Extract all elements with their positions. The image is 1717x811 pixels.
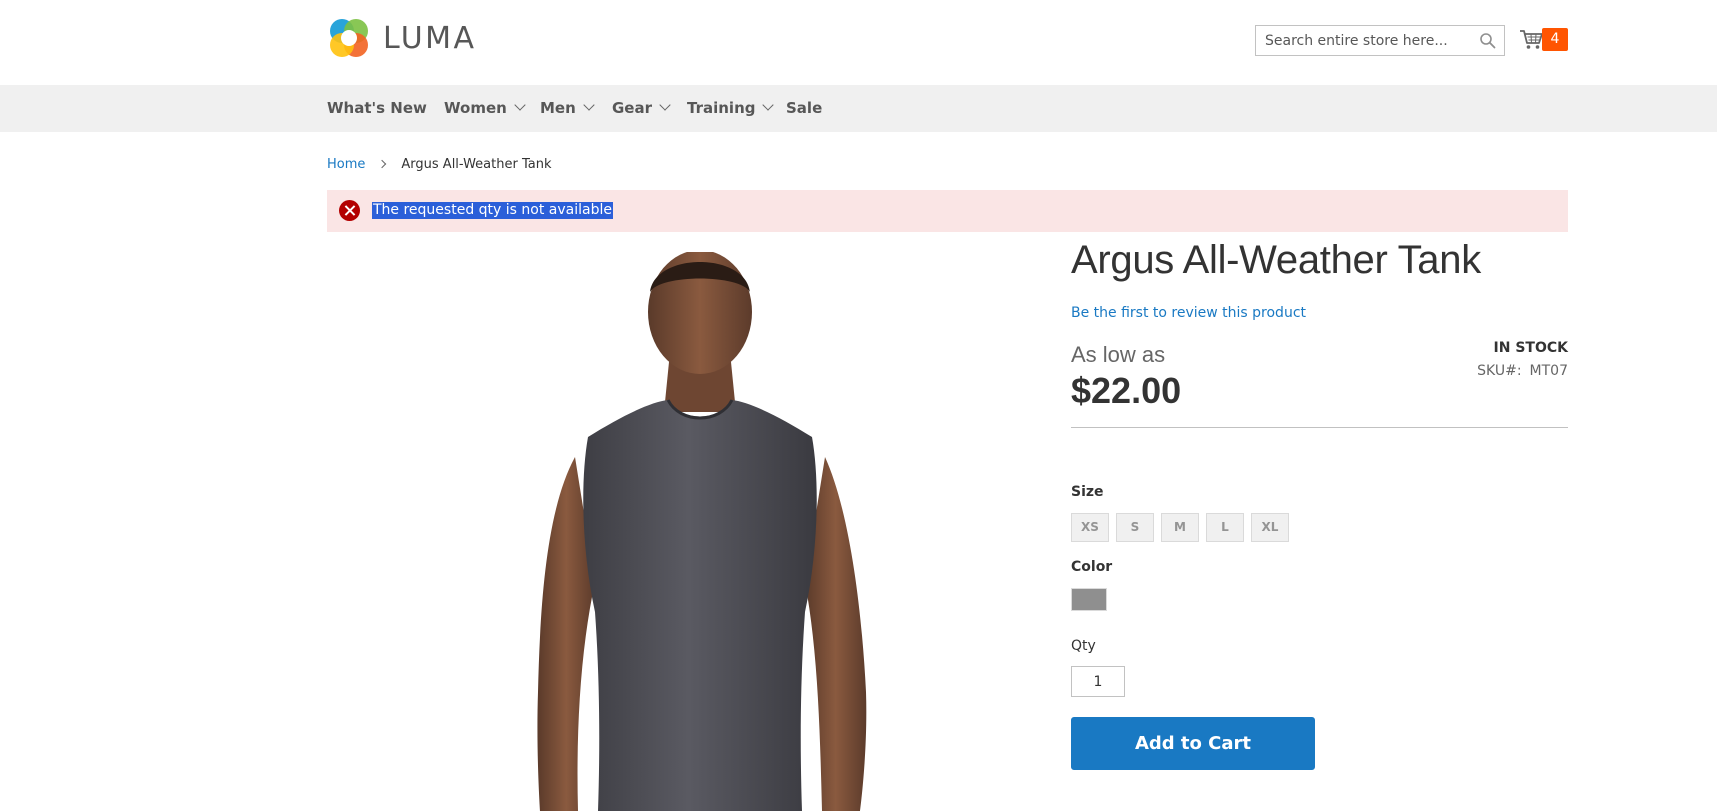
search-box (1255, 25, 1505, 56)
nav-item-label: Sale (786, 99, 823, 117)
sku-label: SKU#: (1477, 363, 1522, 379)
nav-item-label: Training (687, 99, 756, 117)
chevron-down-icon (583, 99, 595, 111)
main-nav: What's New Women Men Gear Training Sale (0, 85, 1717, 132)
product-image[interactable] (500, 252, 900, 811)
size-option-xs[interactable]: XS (1071, 513, 1109, 542)
cart-icon[interactable] (1518, 26, 1544, 52)
error-icon (339, 200, 360, 221)
nav-item-sale[interactable]: Sale (786, 85, 822, 132)
add-to-cart-button[interactable]: Add to Cart (1071, 717, 1315, 770)
qty-label: Qty (1071, 638, 1096, 654)
header: LUMA 4 (0, 0, 1717, 85)
color-option-gray[interactable] (1071, 588, 1107, 611)
luma-logo-icon (330, 19, 368, 57)
error-message: The requested qty is not available (327, 190, 1568, 232)
size-option-xl[interactable]: XL (1251, 513, 1289, 542)
review-link[interactable]: Be the first to review this product (1071, 305, 1306, 321)
nav-item-gear[interactable]: Gear (612, 85, 671, 132)
breadcrumb-home-link[interactable]: Home (327, 157, 365, 172)
color-label: Color (1071, 559, 1113, 575)
sku-value: MT07 (1529, 363, 1568, 379)
price-prefix: As low as (1071, 342, 1166, 367)
search-input[interactable] (1256, 26, 1480, 55)
nav-item-training[interactable]: Training (687, 85, 775, 132)
size-label: Size (1071, 484, 1104, 500)
qty-input[interactable] (1071, 666, 1125, 697)
chevron-down-icon (659, 99, 671, 111)
nav-item-label: Men (540, 99, 576, 117)
size-option-l[interactable]: L (1206, 513, 1244, 542)
breadcrumb: Home Argus All-Weather Tank (327, 157, 551, 172)
breadcrumb-current: Argus All-Weather Tank (401, 157, 552, 172)
page: LUMA 4 What's New Women Men (0, 0, 1717, 811)
product-price: $22.00 (1071, 370, 1182, 411)
size-options: XS S M L XL (1071, 513, 1289, 542)
sku: SKU#: MT07 (1477, 363, 1568, 379)
stock-status: IN STOCK (1493, 340, 1568, 356)
chevron-down-icon (514, 99, 526, 111)
size-option-m[interactable]: M (1161, 513, 1199, 542)
size-option-s[interactable]: S (1116, 513, 1154, 542)
product-title: Argus All-Weather Tank (1071, 238, 1481, 282)
chevron-down-icon (762, 99, 775, 111)
chevron-right-icon (378, 159, 387, 169)
error-message-text: The requested qty is not available (372, 202, 613, 219)
search-icon[interactable] (1479, 32, 1496, 49)
nav-item-whats-new[interactable]: What's New (327, 85, 427, 132)
nav-item-label: What's New (327, 99, 427, 117)
nav-item-label: Gear (612, 99, 653, 117)
logo-text: LUMA (383, 20, 477, 56)
divider (1071, 427, 1568, 428)
cart-count-badge[interactable]: 4 (1542, 28, 1568, 51)
luma-logo[interactable]: LUMA (327, 16, 477, 60)
nav-item-women[interactable]: Women (444, 85, 526, 132)
nav-item-label: Women (444, 99, 507, 117)
nav-item-men[interactable]: Men (540, 85, 595, 132)
